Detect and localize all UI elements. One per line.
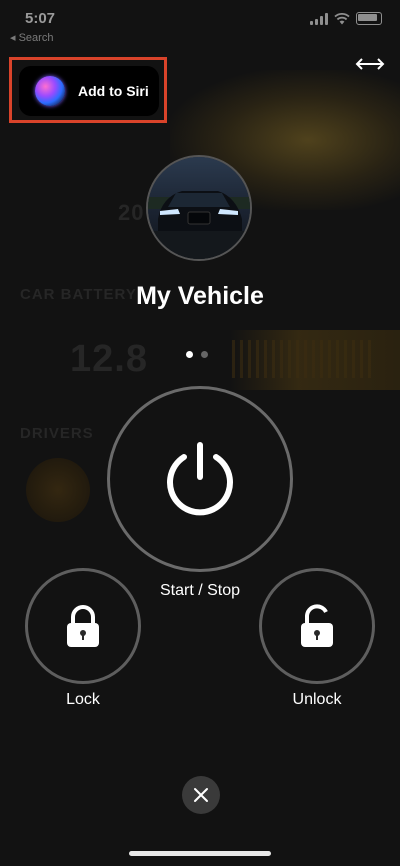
status-icons	[310, 12, 382, 25]
battery-icon	[356, 12, 382, 25]
background-driver-avatar	[26, 458, 90, 522]
padlock-closed-icon	[67, 605, 99, 647]
close-x-icon	[194, 788, 208, 802]
padlock-open-icon	[301, 604, 333, 647]
lock-label: Lock	[66, 691, 100, 708]
power-icon	[167, 442, 233, 516]
unlock-button[interactable]	[259, 568, 375, 684]
siri-orb-icon	[35, 76, 65, 106]
page-dot-active[interactable]	[186, 351, 193, 358]
start-stop-button[interactable]	[107, 386, 293, 572]
background-battery-value: 12.8	[70, 338, 148, 380]
status-bar: 5:07 ◂ Search	[0, 0, 400, 46]
wifi-icon	[334, 12, 350, 24]
page-dot[interactable]	[201, 351, 208, 358]
expand-arrows-icon[interactable]	[354, 55, 386, 73]
background-model-year: 20	[118, 200, 145, 225]
add-to-siri-label: Add to Siri	[78, 83, 149, 99]
vehicle-name: My Vehicle	[136, 282, 264, 310]
unlock-label: Unlock	[292, 691, 342, 708]
add-to-siri-button[interactable]: Add to Siri	[19, 66, 159, 116]
close-button[interactable]	[182, 776, 220, 814]
home-indicator[interactable]	[129, 851, 271, 856]
background-drivers-heading: DRIVERS	[20, 425, 94, 442]
start-stop-label: Start / Stop	[159, 582, 241, 599]
back-to-search-link[interactable]: ◂ Search	[10, 31, 53, 44]
status-time: 5:07	[25, 10, 56, 27]
cellular-signal-icon	[310, 12, 328, 25]
lock-button[interactable]	[25, 568, 141, 684]
background-battery-graph	[232, 340, 372, 378]
car-photo-icon	[148, 157, 250, 259]
vehicle-avatar	[146, 155, 252, 261]
page-indicator[interactable]	[186, 351, 208, 358]
